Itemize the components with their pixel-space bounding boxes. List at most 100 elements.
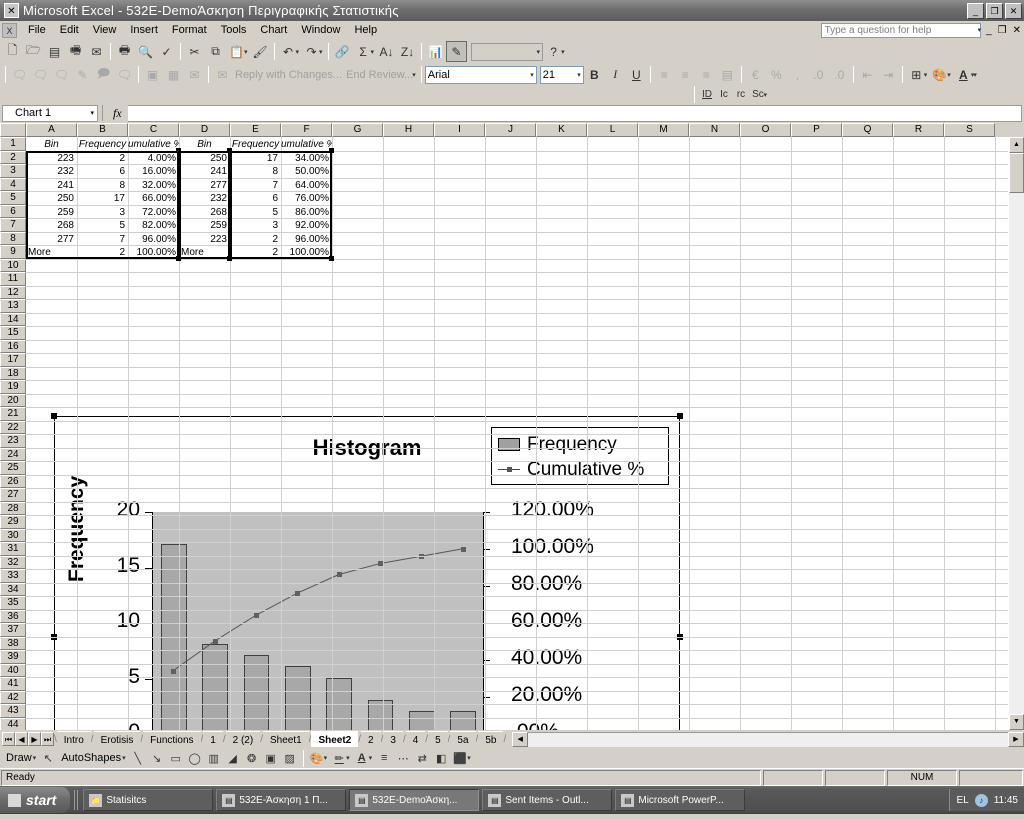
menu-item-view[interactable]: View <box>86 22 124 38</box>
row-header-32[interactable]: 32 <box>0 555 26 569</box>
font-size-dropdown-icon[interactable]: ▾ <box>575 71 581 79</box>
chart-line-marker[interactable] <box>212 639 218 644</box>
bold-button[interactable]: B <box>584 64 605 85</box>
column-header-R[interactable]: R <box>893 123 944 137</box>
dash-style-icon[interactable]: ⋯ <box>394 749 412 767</box>
row-header-16[interactable]: 16 <box>0 339 26 353</box>
scroll-down-button[interactable]: ▼ <box>1009 714 1024 730</box>
column-header-F[interactable]: F <box>281 123 332 137</box>
chart-line-marker[interactable] <box>253 613 259 619</box>
document-minimize-button[interactable]: _ <box>983 25 995 36</box>
chart-increase-icon[interactable]: Ic <box>715 87 732 102</box>
sheet-tab-5b[interactable]: 5b <box>478 731 504 747</box>
autoshapes-dropdown-icon[interactable]: ▾ <box>122 754 126 762</box>
align-left-icon[interactable]: ≡ <box>654 64 675 85</box>
font-size-combo[interactable]: 21 ▾ <box>539 65 584 84</box>
sheet-tab-1[interactable]: 1 <box>203 731 223 747</box>
chart-legend[interactable]: Frequency Cumulative % <box>491 427 669 485</box>
scroll-up-button[interactable]: ▲ <box>1009 137 1024 153</box>
toolbar-overflow-icon[interactable]: ▾ <box>561 48 565 56</box>
shadow-style-icon[interactable]: ◧ <box>432 749 450 767</box>
sort-descending-icon[interactable]: Z↓ <box>397 41 418 62</box>
row-header-14[interactable]: 14 <box>0 312 26 326</box>
taskbar-item[interactable]: ▤ Microsoft PowerP... <box>615 789 746 811</box>
paste-dropdown-icon[interactable]: ▾ <box>244 48 248 56</box>
row-header-15[interactable]: 15 <box>0 326 26 340</box>
selection-handle[interactable] <box>329 255 334 261</box>
taskbar-item[interactable]: ▤ Sent Items - Outl... <box>482 789 613 811</box>
textbox-icon[interactable]: ▥ <box>205 749 223 767</box>
row-header-44[interactable]: 44 <box>0 717 26 730</box>
selection-handle[interactable] <box>227 255 232 261</box>
row-header-11[interactable]: 11 <box>0 272 26 286</box>
sheet-tab-functions[interactable]: Functions <box>143 731 201 747</box>
chart-line-marker[interactable] <box>171 668 177 674</box>
vertical-scrollbar[interactable]: ▲ ▼ <box>1008 137 1024 730</box>
end-review-label[interactable]: End Review... <box>344 69 415 81</box>
row-header-39[interactable]: 39 <box>0 650 26 664</box>
row-header-42[interactable]: 42 <box>0 690 26 704</box>
row-header-6[interactable]: 6 <box>0 204 26 218</box>
email-icon[interactable]: ✉ <box>86 41 107 62</box>
horizontal-scroll-track[interactable] <box>528 731 1008 747</box>
reply-with-changes-label[interactable]: Reply with Changes... <box>233 69 344 81</box>
taskbar-item[interactable]: ▤ 532E-DemoΆσκη... <box>349 789 480 811</box>
taskbar-item[interactable]: ▤ 532E-Άσκηση 1 Π... <box>216 789 347 811</box>
row-header-25[interactable]: 25 <box>0 461 26 475</box>
increase-indent-icon[interactable]: ⇥ <box>878 64 899 85</box>
decrease-decimal-icon[interactable]: .0 <box>829 64 850 85</box>
select-all-corner[interactable] <box>0 123 26 137</box>
selection-handle[interactable] <box>176 255 181 261</box>
hyperlink-icon[interactable]: 🔗 <box>332 41 353 62</box>
row-header-9[interactable]: 9 <box>0 245 26 259</box>
previous-sheet-button[interactable]: ◀ <box>15 732 28 746</box>
chart-decrease-icon[interactable]: rc <box>732 87 749 102</box>
formatting-overflow-icon[interactable]: ▾ <box>973 71 977 79</box>
column-header-J[interactable]: J <box>485 123 536 137</box>
comma-icon[interactable]: , <box>787 64 808 85</box>
menu-item-help[interactable]: Help <box>347 22 384 38</box>
sheet-tab-4[interactable]: 4 <box>405 731 426 747</box>
volume-icon[interactable]: ♪ <box>974 793 988 807</box>
column-header-D[interactable]: D <box>179 123 230 137</box>
menu-item-chart[interactable]: Chart <box>253 22 294 38</box>
print-preview-icon[interactable]: 🔍 <box>135 41 156 62</box>
copy-icon[interactable]: ⧉ <box>205 41 226 62</box>
horizontal-scrollbar[interactable]: ◀ ▶ <box>512 731 1024 747</box>
document-restore-button[interactable]: ❐ <box>995 25 1010 36</box>
fill-color-dropdown-icon[interactable]: ▾ <box>947 71 951 79</box>
ask-dropdown-icon[interactable]: ▾ <box>978 26 982 34</box>
row-header-8[interactable]: 8 <box>0 231 26 245</box>
new-icon[interactable]: 🗋 <box>2 41 23 62</box>
font-name-dropdown-icon[interactable]: ▾ <box>528 71 534 79</box>
row-header-43[interactable]: 43 <box>0 704 26 718</box>
show-comment-icon[interactable]: 🗨 <box>114 64 135 85</box>
cell-E1[interactable]: Frequency <box>230 138 281 151</box>
column-header-I[interactable]: I <box>434 123 485 137</box>
column-header-M[interactable]: M <box>638 123 689 137</box>
name-box[interactable]: Chart 1 ▾ <box>2 104 98 122</box>
diagram-icon[interactable]: ❂ <box>243 749 261 767</box>
draw-dropdown-icon[interactable]: ▾ <box>33 754 37 762</box>
selection-handle[interactable] <box>176 147 181 153</box>
column-header-H[interactable]: H <box>383 123 434 137</box>
row-header-30[interactable]: 30 <box>0 528 26 542</box>
clipart-icon[interactable]: ▣ <box>262 749 280 767</box>
rectangle-icon[interactable]: ▭ <box>167 749 185 767</box>
line-icon[interactable]: ╲ <box>129 749 147 767</box>
menu-item-format[interactable]: Format <box>165 22 214 38</box>
chart-wizard-icon[interactable]: 📊 <box>425 41 446 62</box>
row-header-12[interactable]: 12 <box>0 285 26 299</box>
sheet-tab-sheet2[interactable]: Sheet2 <box>311 731 359 747</box>
previous-comment-icon[interactable]: 🗨 <box>30 64 51 85</box>
column-header-E[interactable]: E <box>230 123 281 137</box>
row-header-2[interactable]: 2 <box>0 150 26 164</box>
hscroll-left-button[interactable]: ◀ <box>512 731 529 747</box>
arrow-icon[interactable]: ↘ <box>148 749 166 767</box>
document-close-button[interactable]: ✕ <box>1010 25 1024 36</box>
insert-function-icon[interactable]: fx <box>107 106 128 121</box>
row-header-38[interactable]: 38 <box>0 636 26 650</box>
row-header-3[interactable]: 3 <box>0 164 26 178</box>
chart-handle-tl[interactable] <box>51 413 57 419</box>
cut-icon[interactable]: ✂ <box>184 41 205 62</box>
